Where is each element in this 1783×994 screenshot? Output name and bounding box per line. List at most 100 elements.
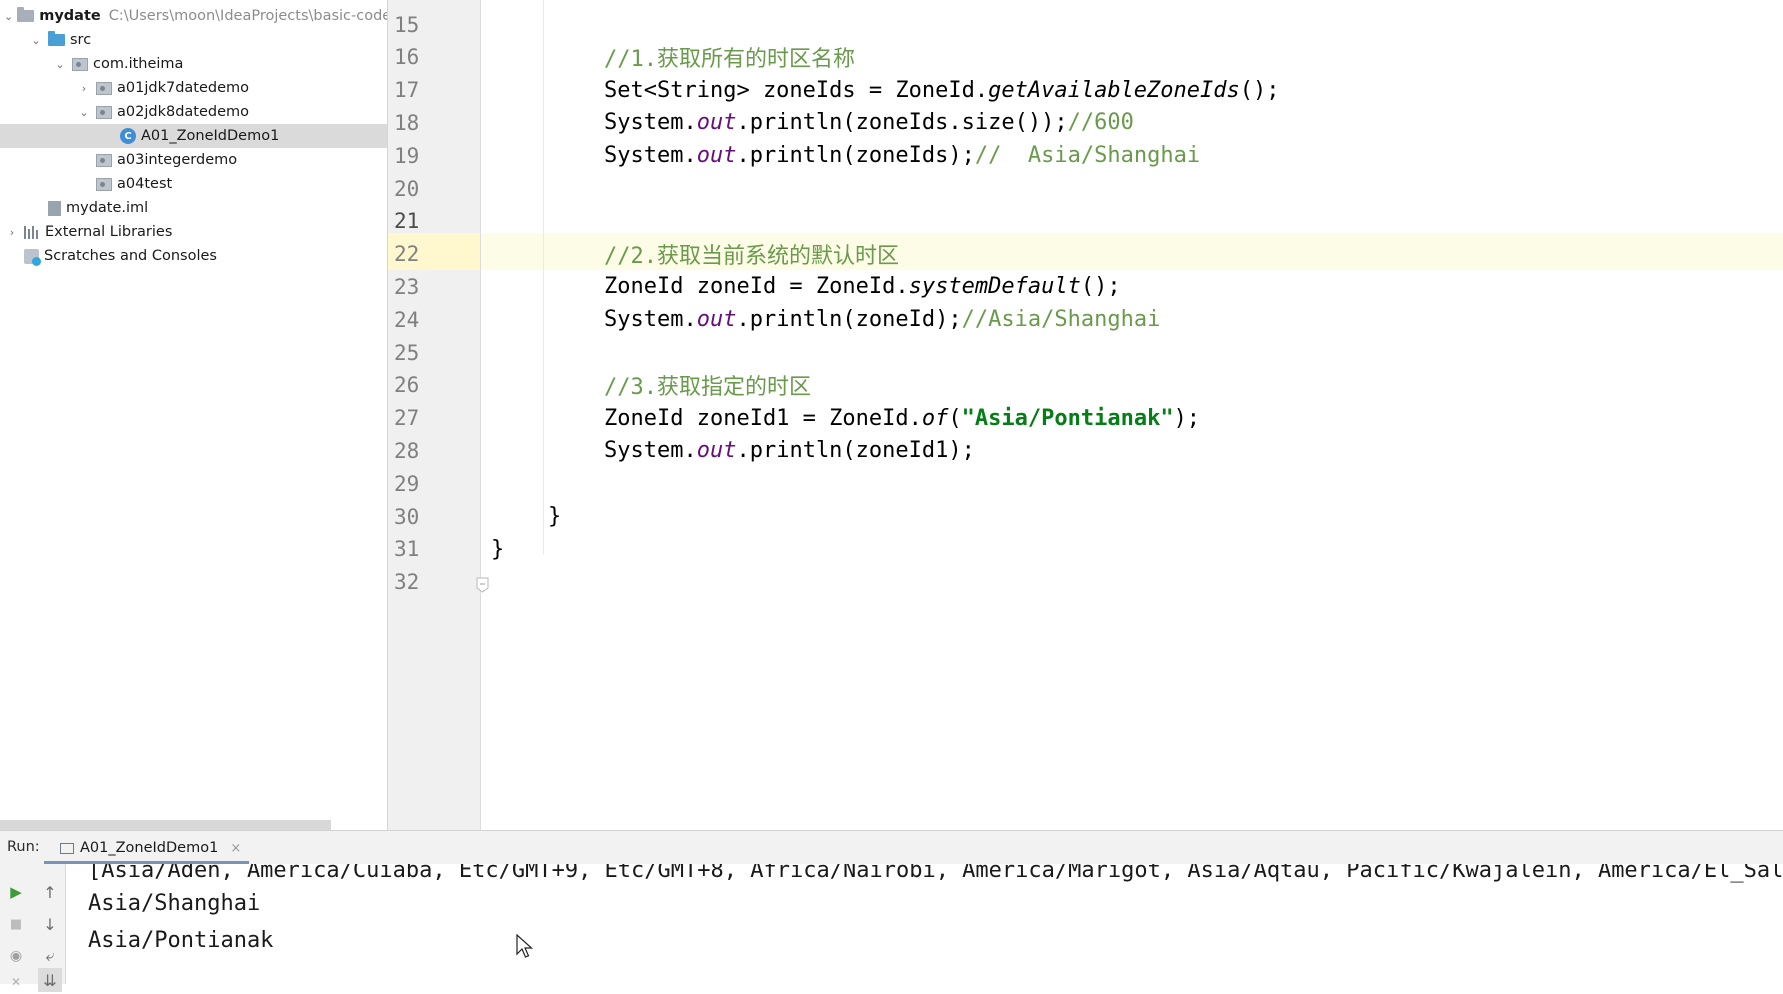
code-line[interactable]: 17 Set<String> zoneIds = ZoneId.getAvaila… [388,72,1783,109]
code-line[interactable]: 25 [388,334,1783,371]
code-line[interactable]: 18 System.out.println(zoneIds.size());//6… [388,104,1783,141]
code-token: ( [948,405,962,431]
code-line[interactable]: 23 ZoneId zoneId = ZoneId.systemDefault()… [388,268,1783,305]
tree-item[interactable]: mydate.iml [0,196,387,220]
stop-icon[interactable]: ■ [4,912,28,936]
code-text: System.out.println(zoneIds);// Asia/Shan… [604,143,1200,168]
code-text: Set<String> zoneIds = ZoneId.getAvailabl… [604,78,1280,103]
package-icon [96,81,112,95]
console-line: Asia/Shanghai [88,891,261,916]
line-number: 27 [394,406,420,431]
tree-item[interactable]: ⌄ a02jdk8datedemo [0,100,387,124]
code-line[interactable]: 22 //2.获取当前系统的默认时区 [388,236,1783,273]
code-line[interactable]: 16 //1.获取所有的时区名称 [388,39,1783,76]
tree-item-label: mydate.iml [66,200,149,216]
tree-item[interactable]: › a01jdk7datedemo [0,76,387,100]
run-tab-label: A01_ZoneIdDemo1 [80,840,219,856]
run-title: Run: [7,839,40,855]
close-tab-icon[interactable]: × [230,841,241,856]
scroll-to-end-icon[interactable]: ⇊ [38,968,62,992]
code-token: systemDefault [908,274,1081,300]
code-line[interactable]: 20 [388,170,1783,207]
static-field: out [696,143,737,169]
project-path: C:\Users\moon\IdeaProjects\basic-code [108,8,388,24]
tree-item-label: mydate [39,8,101,24]
run-tab[interactable]: A01_ZoneIdDemo1 × [44,831,259,865]
code-line[interactable]: 26 //3.获取指定的时区 [388,367,1783,404]
code-line[interactable]: 24 System.out.println(zoneId);//Asia/Shan… [388,301,1783,338]
tree-item[interactable]: C A01_ZoneIdDemo1 [0,124,387,148]
code-token: of [921,405,949,431]
code-line[interactable]: 15 [388,6,1783,43]
line-number: 30 [394,504,420,529]
tree-item-label: a04test [117,176,173,192]
console-icon [60,842,74,854]
horizontal-scrollbar[interactable] [0,820,331,830]
code-line[interactable]: 28 System.out.println(zoneId1); [388,432,1783,469]
fold-icon[interactable] [476,577,489,593]
camera-icon[interactable]: ◉ [4,944,28,968]
code-token: System. [604,307,697,333]
code-line[interactable]: 27 ZoneId zoneId1 = ZoneId.of("Asia/Ponti… [388,400,1783,437]
line-number: 32 [394,570,420,595]
code-line[interactable]: 21 [388,203,1783,240]
tree-item[interactable]: ⌄ src [0,28,387,52]
code-line[interactable]: 31} [388,531,1783,568]
console-line: Asia/Pontianak [88,928,274,953]
console-line: [Asia/Aden, America/Cuiaba, Etc/GMT+9, E… [88,864,1783,883]
chevron-down-icon[interactable]: ⌄ [76,104,92,120]
package-icon [96,105,112,119]
close-icon[interactable]: ✕ [4,970,28,994]
tree-item-label: a03integerdemo [117,152,238,168]
console-output[interactable]: [Asia/Aden, America/Cuiaba, Etc/GMT+9, E… [66,864,1783,984]
string-literal: "Asia/Pontianak" [961,405,1174,431]
library-icon [24,225,40,239]
chevron-down-icon[interactable]: ⌄ [4,8,13,24]
line-number: 24 [394,307,420,332]
code-line[interactable]: 30} [388,498,1783,535]
line-number: 21 [394,209,420,234]
soft-wrap-icon[interactable]: ⤶ [38,944,62,968]
code-token: System. [604,438,697,464]
tree-item-label: Scratches and Consoles [44,248,217,264]
code-line[interactable]: 19 System.out.println(zoneIds);// Asia/Sh… [388,137,1783,174]
code-token: System. [604,110,697,136]
chevron-down-icon[interactable]: ⌄ [52,56,68,72]
tree-item[interactable]: ⌄ com.itheima [0,52,387,76]
tree-item-label: com.itheima [93,56,184,72]
code-line[interactable]: 29 [388,465,1783,502]
chevron-right-icon[interactable]: › [76,80,92,96]
line-number: 18 [394,110,420,135]
line-number: 20 [394,176,420,201]
code-token: ZoneId zoneId = ZoneId. [604,274,909,300]
code-comment: //3.获取指定的时区 [604,375,811,401]
code-token: ZoneId zoneId1 = ZoneId. [604,405,922,431]
line-number: 29 [394,471,420,496]
code-token: Set<String> zoneIds = ZoneId. [604,77,989,103]
tree-item[interactable]: Scratches and Consoles [0,244,387,268]
tree-item[interactable]: a03integerdemo [0,148,387,172]
chevron-down-icon[interactable]: ⌄ [28,32,44,48]
static-field: out [696,110,737,136]
line-number: 28 [394,438,420,463]
code-token: .println(zoneIds.size()); [736,110,1068,136]
code-text: //3.获取指定的时区 [604,369,811,401]
tree-item[interactable]: ⌄ mydate C:\Users\moon\IdeaProjects\basic-… [0,4,387,28]
chevron-right-icon[interactable]: › [4,224,20,240]
rerun-icon[interactable]: ▶ [4,880,28,904]
tree-item[interactable]: › External Libraries [0,220,387,244]
code-text: System.out.println(zoneIds.size());//600 [604,110,1134,135]
scratch-icon [24,248,41,266]
code-editor[interactable]: 15 16 //1.获取所有的时区名称 17 Set<String> zoneIds =… [388,0,1783,830]
tree-item[interactable]: a04test [0,172,387,196]
code-line[interactable]: 32 [388,564,1783,601]
code-comment: //2.获取当前系统的默认时区 [604,244,899,270]
tree-item-label: a02jdk8datedemo [117,104,250,120]
down-arrow-icon[interactable]: ↓ [38,912,62,936]
code-comment: //1.获取所有的时区名称 [604,47,855,73]
tree-item-label: src [70,32,92,48]
up-arrow-icon[interactable]: ↑ [38,880,62,904]
